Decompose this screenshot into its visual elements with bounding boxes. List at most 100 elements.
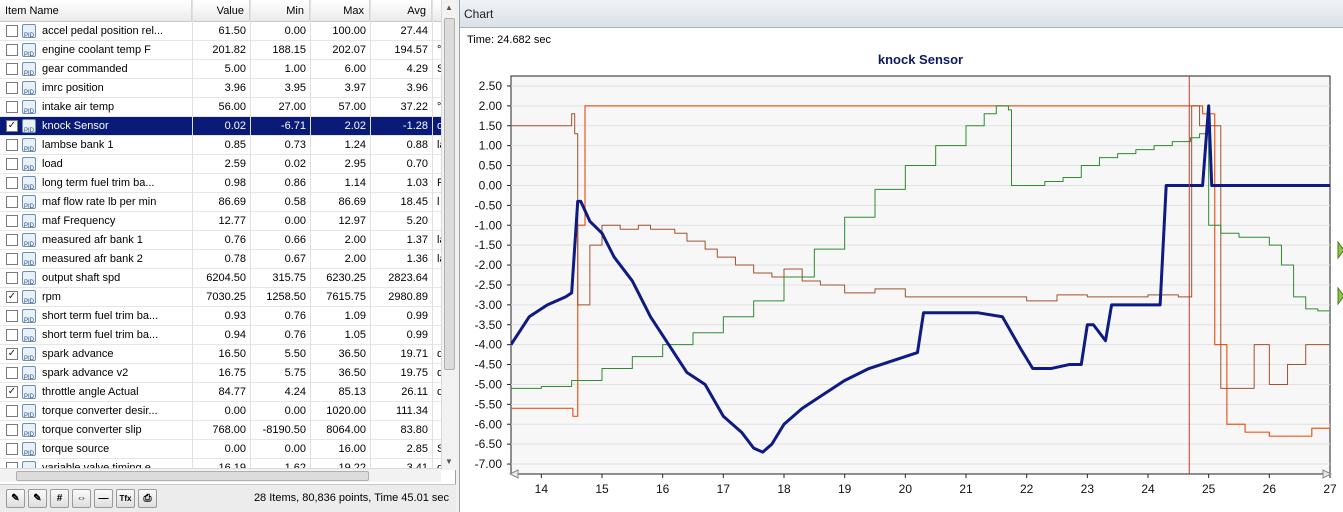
row-name: measured afr bank 1 — [42, 234, 143, 246]
row-unit — [433, 155, 441, 174]
row-checkbox[interactable] — [6, 329, 18, 341]
table-row[interactable]: ✓ PID knock Sensor 0.02 -6.71 2.02 -1.28 de — [0, 117, 441, 136]
table-row[interactable]: PID intake air temp 56.00 27.00 57.00 37.22 °C… — [0, 98, 441, 117]
row-name: load — [42, 158, 63, 170]
header-max[interactable]: Max — [310, 0, 370, 22]
table-row[interactable]: ✓ PID throttle angle Actual 84.77 4.24 85.13 2… — [0, 383, 441, 402]
pencil-wrench-icon[interactable]: ✎ — [6, 489, 25, 508]
table-row[interactable]: PID lambse bank 1 0.85 0.73 1.24 0.88 la — [0, 136, 441, 155]
row-min: 315.75 — [272, 272, 306, 284]
row-name: accel pedal position rel... — [42, 25, 164, 37]
row-checkbox[interactable] — [6, 158, 18, 170]
x-tick-label: 14 — [535, 482, 549, 496]
row-value: 56.00 — [218, 101, 246, 113]
table-row[interactable]: PID spark advance v2 16.75 5.75 36.50 19.75 de — [0, 364, 441, 383]
horizontal-scroll-thumb[interactable] — [16, 471, 369, 481]
header-min[interactable]: Min — [250, 0, 310, 22]
row-checkbox[interactable] — [6, 82, 18, 94]
export-icon[interactable]: ⎙ — [138, 489, 157, 508]
row-min: 0.66 — [284, 234, 306, 246]
horizontal-scrollbar[interactable] — [0, 468, 441, 482]
table-row[interactable]: PID imrc position 3.96 3.95 3.97 3.96 — [0, 79, 441, 98]
row-checkbox[interactable]: ✓ — [6, 291, 18, 303]
table-row[interactable]: PID torque converter slip 768.00 -8190.50 80… — [0, 421, 441, 440]
table-row[interactable]: PID short term fuel trim ba... 0.94 0.76 1.0… — [0, 326, 441, 345]
table-row[interactable]: PID measured afr bank 1 0.76 0.66 2.00 1.37 la — [0, 231, 441, 250]
pencil-icon[interactable]: ✎ — [28, 489, 47, 508]
header-value[interactable]: Value — [192, 0, 250, 22]
header-unit[interactable] — [432, 0, 441, 22]
row-avg: 37.22 — [400, 101, 428, 113]
row-checkbox[interactable]: ✓ — [6, 348, 18, 360]
row-max: 36.50 — [338, 367, 366, 379]
chart-canvas[interactable]: 2.50 2.00 1.50 1.00 0.50 0.00 -0.50 -1.00 -1.50 -… — [460, 0, 1343, 512]
hash-icon[interactable]: # — [50, 489, 69, 508]
x-tick-label: 27 — [1323, 482, 1337, 496]
table-row[interactable]: PID gear commanded 5.00 1.00 6.00 4.29 SED (S — [0, 60, 441, 79]
table-row[interactable]: PID maf Frequency 12.77 0.00 12.97 5.20 — [0, 212, 441, 231]
row-value: 12.77 — [218, 215, 246, 227]
header-item-name[interactable]: Item Name — [0, 0, 192, 22]
row-checkbox[interactable] — [6, 405, 18, 417]
table-row[interactable]: PID maf flow rate lb per min 86.69 0.58 86.6… — [0, 193, 441, 212]
table-row[interactable]: PID measured afr bank 2 0.78 0.67 2.00 1.36 la — [0, 250, 441, 269]
pid-icon: PID — [22, 366, 36, 380]
row-checkbox[interactable] — [6, 63, 18, 75]
row-name: spark advance v2 — [42, 367, 129, 379]
vertical-scroll-thumb[interactable] — [444, 18, 455, 370]
row-max: 1.05 — [344, 329, 366, 341]
row-checkbox[interactable]: ✓ — [6, 386, 18, 398]
row-checkbox[interactable] — [6, 253, 18, 265]
row-checkbox[interactable] — [6, 177, 18, 189]
row-checkbox[interactable] — [6, 424, 18, 436]
y-tick-label: -4.00 — [475, 338, 503, 352]
table-row[interactable]: PID accel pedal position rel... 61.50 0.00 1… — [0, 22, 441, 41]
table-row[interactable]: PID torque converter desir... 0.00 0.00 1020… — [0, 402, 441, 421]
row-checkbox[interactable] — [6, 310, 18, 322]
table-row[interactable]: ✓ PID spark advance 16.50 5.50 36.50 19.71 de — [0, 345, 441, 364]
row-name: lambse bank 1 — [42, 139, 114, 151]
pid-icon: PID — [22, 138, 36, 152]
y-tick-label: -6.50 — [475, 437, 503, 451]
row-max: 7615.75 — [326, 291, 366, 303]
pid-icon: PID — [22, 119, 36, 133]
row-checkbox[interactable] — [6, 25, 18, 37]
vertical-scrollbar[interactable]: ▲ ▼ — [441, 0, 456, 470]
table-row[interactable]: ✓ PID rpm 7030.25 1258.50 7615.75 2980.89 — [0, 288, 441, 307]
row-checkbox[interactable] — [6, 272, 18, 284]
row-value: 0.85 — [224, 139, 246, 151]
row-checkbox[interactable] — [6, 44, 18, 56]
row-value: 2.59 — [224, 158, 246, 170]
row-unit: la — [437, 139, 441, 151]
row-name: maf flow rate lb per min — [42, 196, 157, 208]
pid-icon: PID — [22, 385, 36, 399]
table-row[interactable]: PID short term fuel trim ba... 0.93 0.76 1.0… — [0, 307, 441, 326]
formula-icon[interactable]: Tfx — [116, 489, 135, 508]
table-row[interactable]: PID engine coolant temp F 201.82 188.15 202.… — [0, 41, 441, 60]
row-checkbox[interactable] — [6, 367, 18, 379]
table-row[interactable]: PID long term fuel trim ba... 0.98 0.86 1.14… — [0, 174, 441, 193]
header-avg[interactable]: Avg — [370, 0, 432, 22]
row-checkbox[interactable] — [6, 139, 18, 151]
table-row[interactable]: PID torque source 0.00 0.00 16.00 2.85 SED (S — [0, 440, 441, 459]
line-icon[interactable]: — — [94, 489, 113, 508]
row-checkbox[interactable] — [6, 196, 18, 208]
scroll-down-arrow-icon[interactable]: ▼ — [442, 454, 456, 470]
chart-handle-icon[interactable] — [1337, 286, 1343, 306]
row-checkbox[interactable] — [6, 101, 18, 113]
row-name: torque source — [42, 443, 110, 455]
chart-handle-icon[interactable] — [1337, 240, 1343, 260]
row-checkbox[interactable] — [6, 215, 18, 227]
row-unit: l — [437, 196, 440, 208]
row-checkbox[interactable]: ✓ — [6, 120, 18, 132]
row-checkbox[interactable] — [6, 234, 18, 246]
table-row[interactable]: PID output shaft spd 6204.50 315.75 6230.25 2… — [0, 269, 441, 288]
row-checkbox[interactable] — [6, 443, 18, 455]
scroll-up-arrow-icon[interactable]: ▲ — [442, 0, 456, 16]
table-row[interactable]: PID load 2.59 0.02 2.95 0.70 — [0, 155, 441, 174]
table-header: Item Name Value Min Max Avg — [0, 0, 441, 22]
row-unit: °C (Ce — [437, 101, 441, 113]
link-icon[interactable]: ⇔ — [72, 489, 91, 508]
row-name: output shaft spd — [42, 272, 121, 284]
row-unit: SED (S — [437, 443, 441, 455]
